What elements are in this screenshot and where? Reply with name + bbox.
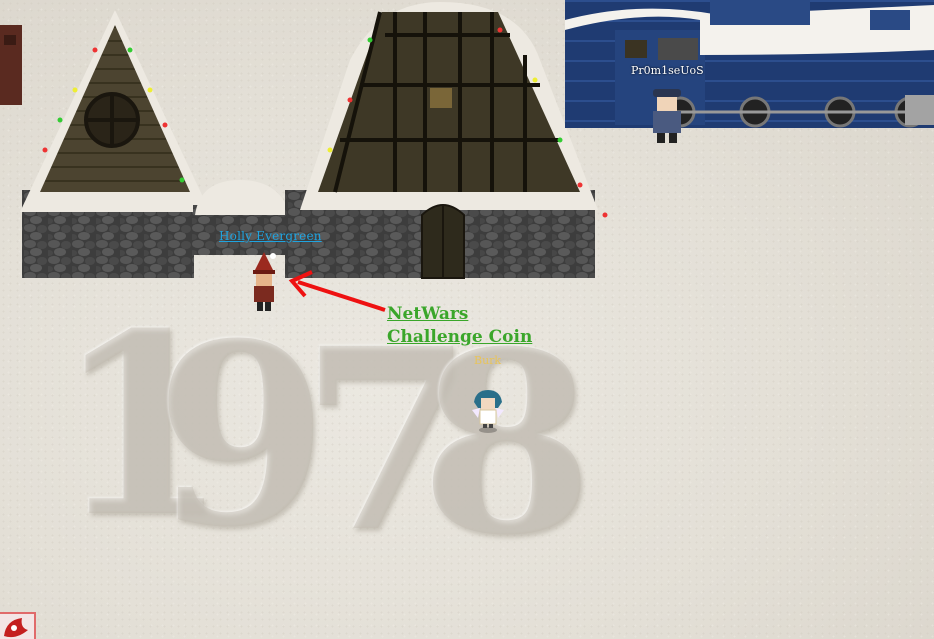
train xyxy=(565,0,934,128)
callout-line2: Challenge Coin xyxy=(387,327,533,347)
callout-line1: NetWars xyxy=(387,304,469,324)
netwars-callout: NetWars Challenge Coin xyxy=(387,303,532,349)
game-viewport[interactable]: 1 9 7 8 Holly Evergreen NetWars Challeng… xyxy=(0,0,934,639)
other-player-name[interactable]: Pr0m1seUoS xyxy=(631,64,704,77)
right-house xyxy=(285,2,598,279)
left-house xyxy=(20,10,210,278)
elf-npc-sprite[interactable] xyxy=(246,250,282,314)
npc-name-label[interactable]: Holly Evergreen xyxy=(219,229,322,243)
hud-corner[interactable] xyxy=(0,612,36,639)
player-sprite[interactable] xyxy=(470,388,506,436)
conductor-player-sprite[interactable] xyxy=(648,85,686,147)
badge-icon[interactable] xyxy=(0,614,30,639)
player-name[interactable]: Burk xyxy=(474,354,501,367)
